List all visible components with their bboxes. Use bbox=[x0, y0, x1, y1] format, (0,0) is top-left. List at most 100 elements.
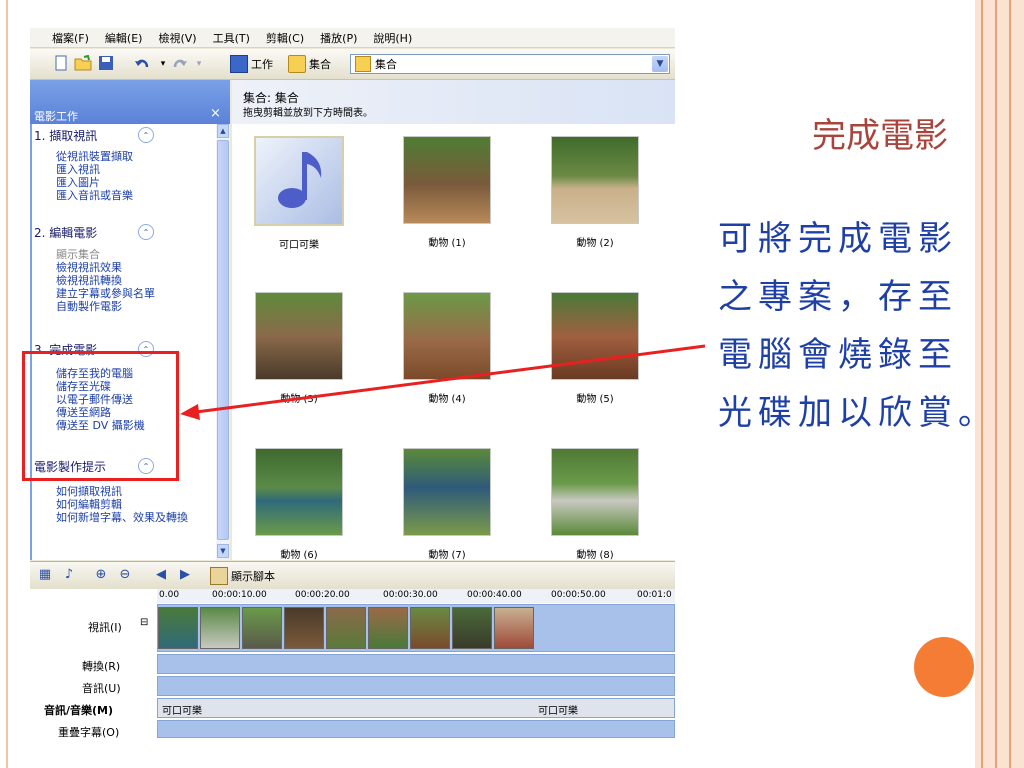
section-capture-links: 從視訊裝置擷取 匯入視訊 匯入圖片 匯入音訊或音樂 bbox=[56, 150, 133, 202]
menu-file[interactable]: 檔案(F) bbox=[52, 30, 89, 46]
zoom-in-icon[interactable]: ⊕ bbox=[92, 566, 110, 584]
video-frame[interactable] bbox=[326, 607, 366, 649]
video-frame[interactable] bbox=[494, 607, 534, 649]
ruler-tick: 00:00:30.00 bbox=[383, 590, 438, 600]
video-frame[interactable] bbox=[284, 607, 324, 649]
track-label-transition: 轉換(R) bbox=[82, 660, 121, 673]
redo-dropdown-icon[interactable]: ▾ bbox=[190, 55, 208, 73]
menu-play[interactable]: 播放(P) bbox=[320, 30, 357, 46]
music-note-icon bbox=[254, 136, 344, 226]
music-track[interactable]: 可口可樂 可口可樂 bbox=[157, 698, 675, 718]
title-overlay-track[interactable] bbox=[157, 720, 675, 738]
collection-dropdown[interactable]: 集合 ▼ bbox=[350, 54, 670, 74]
scroll-down-icon[interactable]: ▼ bbox=[217, 544, 229, 558]
link-import-audio[interactable]: 匯入音訊或音樂 bbox=[56, 189, 133, 202]
collections-button[interactable]: 集合 bbox=[288, 54, 331, 74]
clip-item[interactable]: 動物 (8) bbox=[550, 448, 640, 560]
link-view-transitions[interactable]: 檢視視訊轉換 bbox=[56, 274, 155, 287]
ruler-tick: 00:00:20.00 bbox=[295, 590, 350, 600]
section-edit-links: 顯示集合 檢視視訊效果 檢視視訊轉換 建立字幕或參與名單 自動製作電影 bbox=[56, 248, 155, 313]
clip-label: 動物 (8) bbox=[576, 550, 614, 560]
clip-item[interactable]: 動物 (4) bbox=[402, 292, 492, 405]
video-frame[interactable] bbox=[242, 607, 282, 649]
video-frame[interactable] bbox=[410, 607, 450, 649]
clip-label: 動物 (7) bbox=[428, 550, 466, 560]
clip-label: 動物 (6) bbox=[280, 550, 318, 560]
scroll-up-icon[interactable]: ▲ bbox=[217, 124, 229, 138]
link-capture-device[interactable]: 從視訊裝置擷取 bbox=[56, 150, 133, 163]
section-capture-title[interactable]: 1. 擷取視訊 bbox=[34, 127, 97, 144]
clip-item[interactable]: 動物 (6) bbox=[254, 448, 344, 560]
show-storyboard-button[interactable]: 顯示腳本 bbox=[210, 566, 275, 586]
collapse-track-icon[interactable]: ⊟ bbox=[140, 617, 148, 628]
music-clip-label[interactable]: 可口可樂 bbox=[538, 702, 578, 717]
orange-circle-decoration bbox=[914, 637, 974, 697]
music-clip-label[interactable]: 可口可樂 bbox=[162, 702, 202, 717]
clip-item[interactable]: 動物 (5) bbox=[550, 292, 640, 405]
clip-item[interactable]: 可口可樂 bbox=[254, 136, 344, 251]
undo-icon[interactable] bbox=[134, 55, 152, 73]
rewind-icon[interactable]: ◀ bbox=[152, 566, 170, 584]
track-label-audio: 音訊(U) bbox=[82, 682, 121, 695]
timeline: 0.00 00:00:10.00 00:00:20.00 00:00:30.00… bbox=[30, 589, 675, 738]
link-how-titles[interactable]: 如何新增字幕、效果及轉換 bbox=[56, 511, 188, 524]
chevron-down-icon[interactable]: ▼ bbox=[652, 56, 668, 72]
timeline-toolbar: ▦ ♪ ⊕ ⊖ ◀ ▶ 顯示腳本 bbox=[30, 561, 675, 590]
link-show-collections[interactable]: 顯示集合 bbox=[56, 248, 155, 261]
clip-label: 動物 (5) bbox=[576, 394, 614, 405]
link-import-video[interactable]: 匯入視訊 bbox=[56, 163, 133, 176]
save-icon[interactable] bbox=[97, 55, 115, 73]
clip-label: 動物 (4) bbox=[428, 394, 466, 405]
audio-track[interactable] bbox=[157, 676, 675, 696]
redo-icon[interactable] bbox=[170, 55, 188, 73]
timeline-settings-icon[interactable]: ▦ bbox=[36, 566, 54, 584]
clip-item[interactable]: 動物 (7) bbox=[402, 448, 492, 560]
clip-thumbnail bbox=[551, 136, 639, 224]
transition-track[interactable] bbox=[157, 654, 675, 674]
clip-item[interactable]: 動物 (1) bbox=[402, 136, 492, 249]
collapse-icon[interactable]: ⌃ bbox=[138, 127, 154, 143]
menu-clip[interactable]: 剪輯(C) bbox=[266, 30, 304, 46]
track-label-music: 音訊/音樂(M) bbox=[44, 704, 114, 717]
menu-tools[interactable]: 工具(T) bbox=[213, 30, 250, 46]
menu-edit[interactable]: 編輯(E) bbox=[105, 30, 143, 46]
link-how-edit[interactable]: 如何編輯剪輯 bbox=[56, 498, 188, 511]
clip-thumbnail bbox=[255, 448, 343, 536]
collection-instructions: 拖曳剪輯並放到下方時間表。 bbox=[243, 108, 373, 119]
link-import-pictures[interactable]: 匯入圖片 bbox=[56, 176, 133, 189]
close-icon[interactable]: × bbox=[210, 106, 221, 121]
new-icon[interactable] bbox=[52, 55, 70, 73]
link-automovie[interactable]: 自動製作電影 bbox=[56, 300, 155, 313]
collapse-icon[interactable]: ⌃ bbox=[138, 224, 154, 240]
link-view-effects[interactable]: 檢視視訊效果 bbox=[56, 261, 155, 274]
open-folder-icon[interactable] bbox=[74, 54, 92, 73]
video-frame[interactable] bbox=[452, 607, 492, 649]
menu-help[interactable]: 說明(H) bbox=[373, 30, 412, 46]
video-track[interactable] bbox=[157, 604, 675, 652]
clip-item[interactable]: 動物 (3) bbox=[254, 292, 344, 405]
video-frame[interactable] bbox=[200, 607, 240, 649]
play-icon[interactable]: ▶ bbox=[176, 566, 194, 584]
track-label-video: 視訊(I) bbox=[88, 621, 122, 634]
section-edit-title[interactable]: 2. 編輯電影 bbox=[34, 224, 97, 241]
clip-item[interactable]: 動物 (2) bbox=[550, 136, 640, 249]
ruler-tick: 00:00:40.00 bbox=[467, 590, 522, 600]
menu-view[interactable]: 檢視(V) bbox=[158, 30, 196, 46]
task-pane-title: 電影工作 bbox=[34, 110, 78, 123]
body-line: 之專案，存至 bbox=[718, 277, 958, 317]
clip-label: 動物 (1) bbox=[428, 238, 466, 249]
link-make-titles[interactable]: 建立字幕或參與名單 bbox=[56, 287, 155, 300]
zoom-out-icon[interactable]: ⊖ bbox=[116, 566, 134, 584]
clip-thumbnail bbox=[255, 292, 343, 380]
scrollbar-thumb[interactable] bbox=[217, 140, 229, 540]
collection-icon bbox=[355, 56, 371, 72]
microphone-icon[interactable]: ♪ bbox=[60, 566, 78, 584]
tasks-button[interactable]: 工作 bbox=[230, 54, 273, 74]
movie-tasks-pane: 電影工作 × 1. 擷取視訊 ⌃ 從視訊裝置擷取 匯入視訊 匯入圖片 匯入音訊或… bbox=[30, 80, 230, 560]
video-frame[interactable] bbox=[368, 607, 408, 649]
link-how-capture[interactable]: 如何擷取視訊 bbox=[56, 485, 188, 498]
ruler-tick: 0.00 bbox=[159, 590, 180, 600]
clip-label: 動物 (3) bbox=[280, 394, 318, 405]
video-frame[interactable] bbox=[158, 607, 198, 649]
highlight-box bbox=[22, 351, 179, 481]
